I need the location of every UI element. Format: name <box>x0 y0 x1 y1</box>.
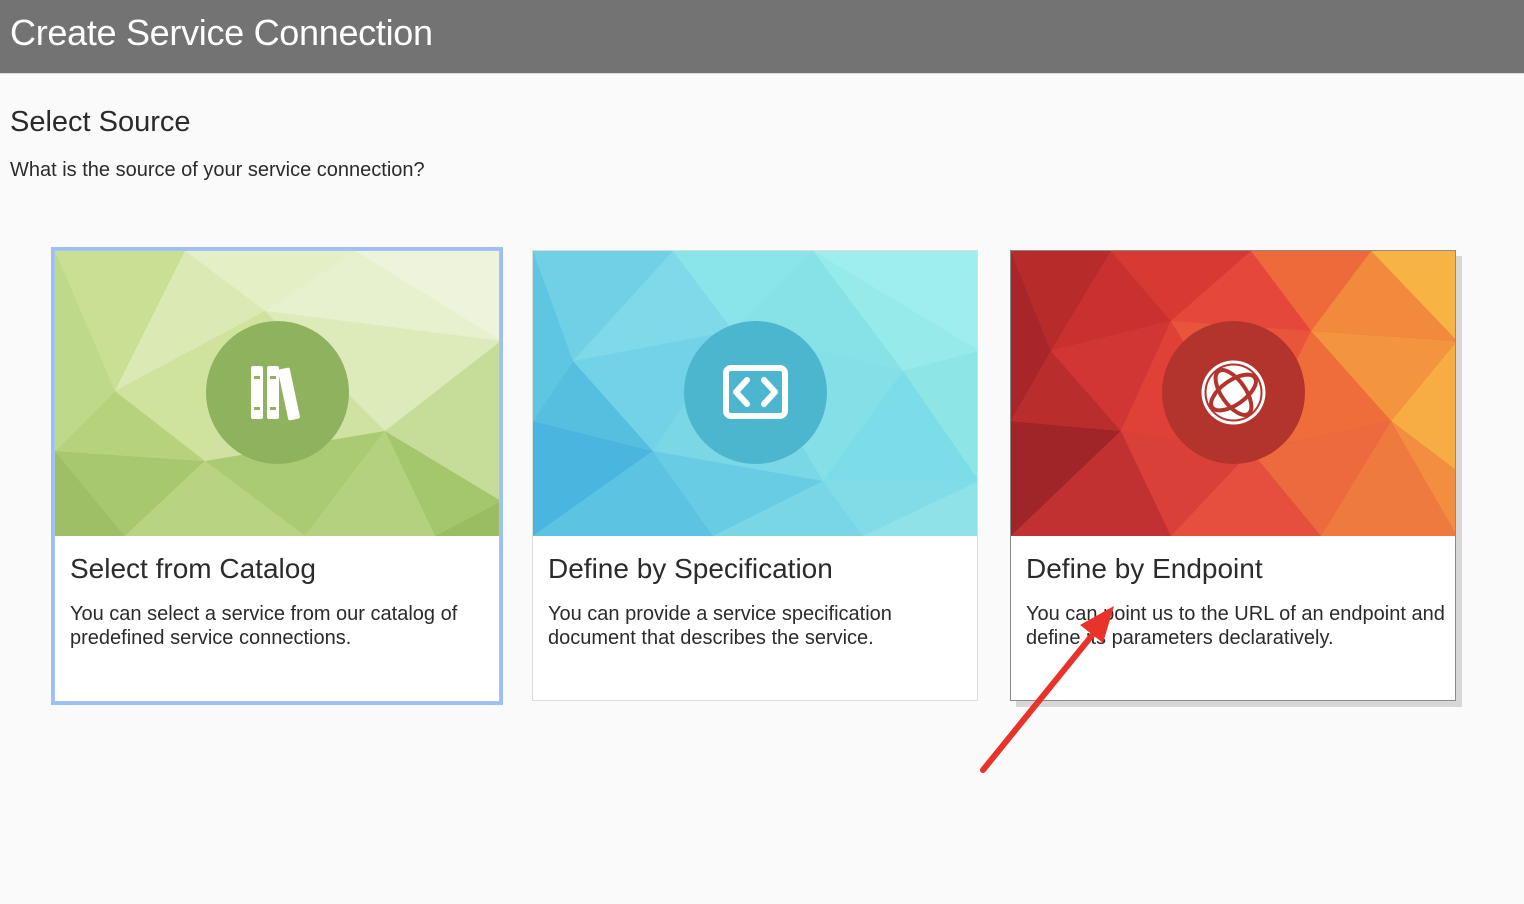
card-title: Select from Catalog <box>70 553 316 584</box>
card-title: Define by Specification <box>548 553 833 584</box>
specification-card[interactable]: Define by Specification You can provide … <box>532 250 978 701</box>
card-description: You can select a service from our catalo… <box>70 603 458 649</box>
catalog-card[interactable]: Select from Catalog You can select a ser… <box>54 250 500 702</box>
section-subtitle: What is the source of your service conne… <box>10 159 425 181</box>
specification-icon-circle <box>684 321 827 464</box>
endpoint-icon-circle <box>1162 321 1305 464</box>
section-title: Select Source <box>10 106 191 138</box>
page-title: Create Service Connection <box>10 12 433 53</box>
endpoint-card-art <box>1011 251 1455 536</box>
endpoint-card[interactable]: Define by Endpoint You can point us to t… <box>1010 250 1456 701</box>
globe-orbit-icon <box>1201 360 1266 425</box>
books-icon <box>251 366 300 421</box>
card-description: You can provide a service specification … <box>548 603 892 649</box>
page-header: Create Service Connection <box>0 0 1524 74</box>
card-description: You can point us to the URL of an endpoi… <box>1026 603 1445 649</box>
card-title: Define by Endpoint <box>1026 553 1263 584</box>
specification-card-art <box>533 251 977 536</box>
catalog-icon-circle <box>206 321 349 464</box>
catalog-card-art <box>55 251 499 536</box>
code-brackets-icon <box>723 365 788 419</box>
